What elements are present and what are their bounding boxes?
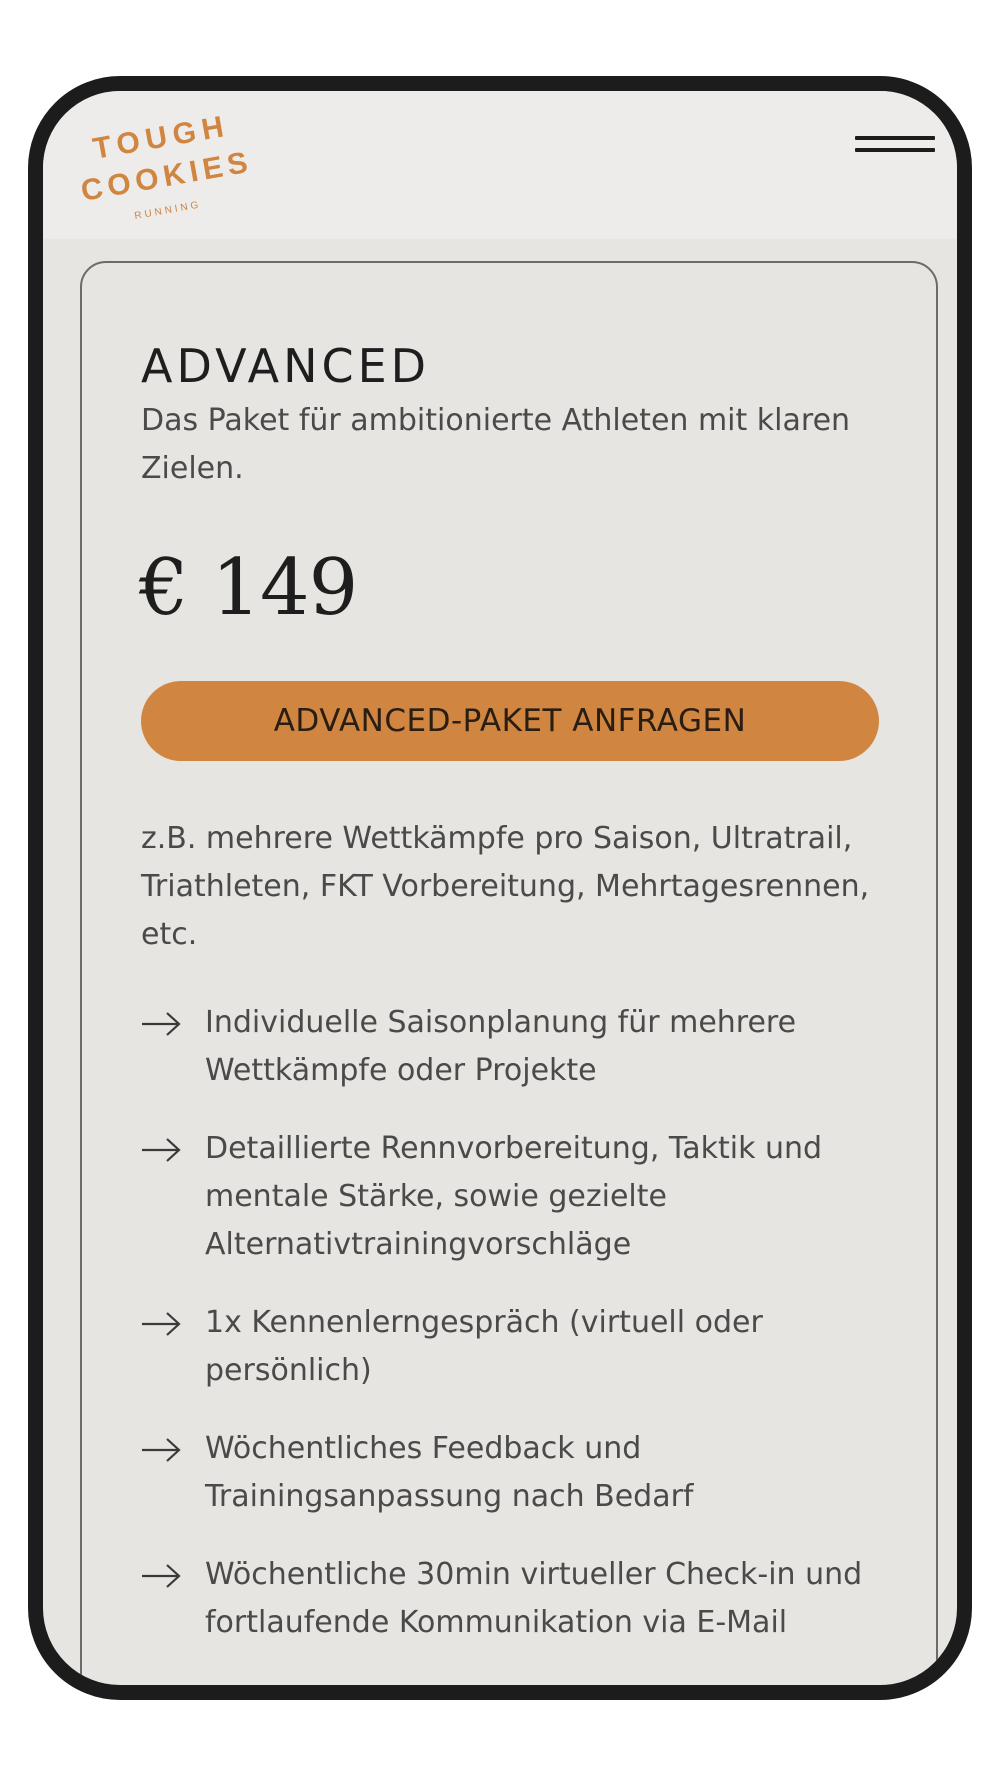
logo-line-3: RUNNING bbox=[134, 199, 203, 222]
feature-item: 1x Kennenlerngespräch (virtuell oder per… bbox=[141, 1299, 901, 1395]
feature-text: Individuelle Saisonplanung für mehrere W… bbox=[205, 1005, 797, 1088]
arrow-right-icon bbox=[142, 1438, 181, 1462]
plan-description: Das Paket für ambitionierte Athleten mit… bbox=[141, 403, 851, 486]
menu-button[interactable] bbox=[855, 136, 935, 166]
feature-item: Individuelle Saisonplanung für mehrere W… bbox=[141, 999, 901, 1095]
feature-item: Wöchentliche 30min virtueller Check-in u… bbox=[141, 1551, 901, 1647]
feature-text: 1x Kennenlerngespräch (virtuell oder per… bbox=[205, 1305, 763, 1388]
arrow-right-icon bbox=[142, 1564, 181, 1588]
arrow-right-icon bbox=[142, 1138, 181, 1162]
feature-text: Detaillierte Rennvorbereitung, Taktik un… bbox=[205, 1131, 823, 1262]
feature-item: Detaillierte Rennvorbereitung, Taktik un… bbox=[141, 1125, 901, 1269]
feature-list: Individuelle Saisonplanung für mehrere W… bbox=[141, 999, 901, 1677]
request-package-button[interactable]: ADVANCED-PAKET ANFRAGEN bbox=[141, 681, 879, 761]
arrow-right-icon bbox=[142, 1312, 181, 1336]
plan-examples: z.B. mehrere Wettkämpfe pro Saison, Ultr… bbox=[141, 821, 870, 952]
tough-cookies-logo[interactable]: TOUGH COOKIES RUNNING bbox=[73, 109, 273, 229]
site-header: TOUGH COOKIES RUNNING bbox=[43, 91, 957, 239]
feature-item: Wöchentliches Feedback und Trainingsanpa… bbox=[141, 1425, 901, 1521]
phone-frame: TOUGH COOKIES RUNNING ADVANCED Das Paket… bbox=[28, 76, 972, 1700]
arrow-right-icon bbox=[142, 1012, 181, 1036]
plan-title: ADVANCED bbox=[141, 339, 431, 393]
feature-text: Wöchentliches Feedback und Trainingsanpa… bbox=[205, 1431, 694, 1514]
plan-price: € 149 bbox=[139, 543, 358, 633]
feature-text: Wöchentliche 30min virtueller Check-in u… bbox=[205, 1557, 863, 1640]
